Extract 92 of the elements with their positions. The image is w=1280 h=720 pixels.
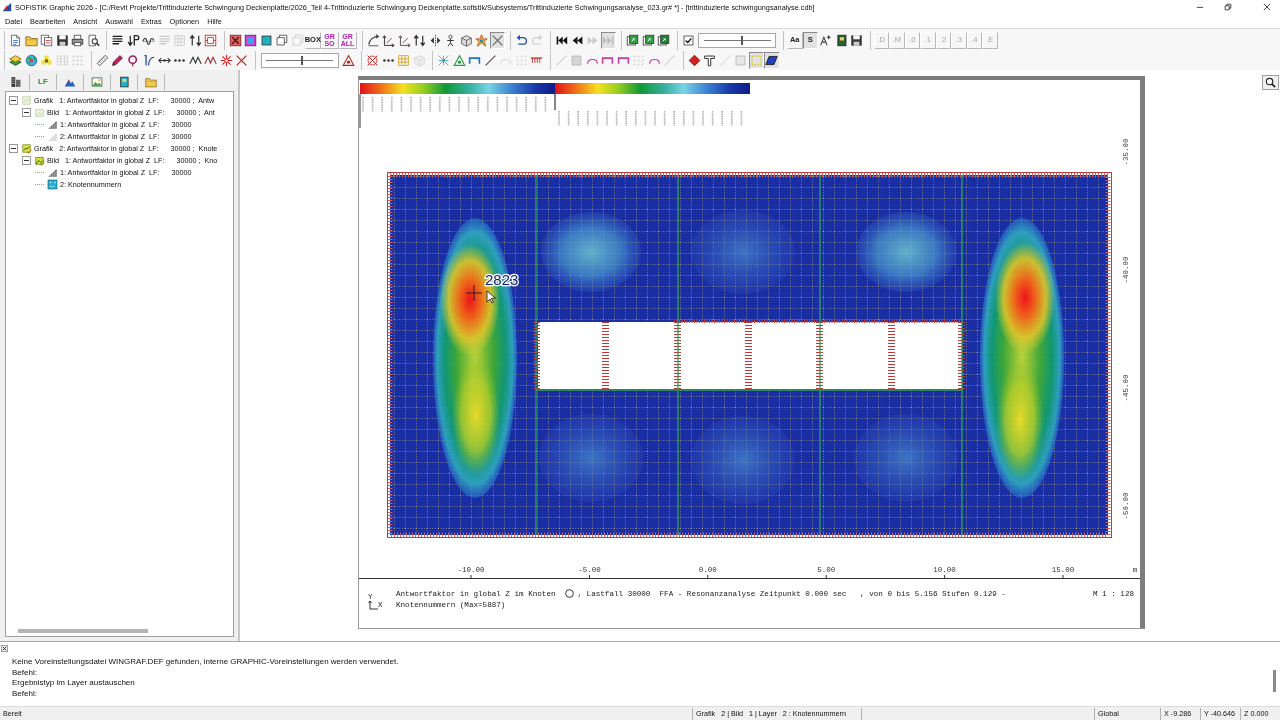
triangle-icon — [452, 53, 466, 67]
cross-icon — [490, 33, 504, 47]
cross-circle-icon — [366, 53, 380, 67]
crosshair-cursor-icon — [465, 284, 483, 302]
dot-frame-icon — [749, 53, 763, 67]
cube-icon — [459, 33, 473, 47]
slider-track[interactable] — [698, 32, 776, 48]
arrow-letter-icon — [126, 33, 140, 47]
line-curve-icon — [142, 53, 156, 67]
app-logo-icon — [2, 2, 12, 12]
scrollbar-thumb[interactable] — [1272, 670, 1276, 692]
parallelogram-icon — [765, 53, 779, 67]
text-lines-icon — [157, 33, 171, 47]
checkbox-icon — [681, 33, 695, 47]
toolbar-button[interactable] — [764, 51, 780, 69]
blocks-icon — [10, 75, 22, 88]
book-icon — [118, 75, 130, 88]
console-line: Ergebnistyp im Layer austauschen — [12, 678, 136, 690]
console-line: Befehl: — [12, 667, 38, 679]
magnifier-icon — [1264, 77, 1276, 88]
slider-thumb[interactable] — [740, 35, 743, 45]
triangle-icon — [341, 53, 355, 67]
diagonal-line-icon — [554, 53, 568, 67]
dot-grid-icon — [514, 53, 528, 67]
undo-icon — [515, 33, 529, 47]
nested-squares-icon — [244, 33, 258, 47]
globe-icon — [24, 53, 38, 67]
table-icon — [55, 53, 69, 67]
folder-icon — [145, 75, 157, 88]
skip-first-icon — [555, 33, 569, 47]
dot-grid-icon — [632, 53, 646, 67]
printer-icon — [71, 33, 85, 47]
collapse-icon[interactable] — [9, 143, 18, 153]
redo-icon — [530, 33, 544, 47]
cube-icon — [412, 53, 426, 67]
axis-arrows-icon — [368, 601, 378, 611]
collapse-icon[interactable] — [22, 107, 31, 117]
page-magnifier-icon — [86, 33, 100, 47]
document-icon — [9, 33, 23, 47]
frame-icon — [275, 33, 289, 47]
slider-track[interactable] — [260, 52, 339, 68]
skip-last-icon — [601, 33, 615, 47]
pin-icon — [126, 53, 140, 67]
mouse-pointer-icon — [486, 290, 496, 304]
network-icon — [437, 53, 451, 67]
diamond-icon — [687, 53, 701, 67]
diagonal-line-icon — [663, 53, 677, 67]
letter-sparkle-icon — [819, 33, 833, 47]
collapse-icon[interactable] — [9, 95, 18, 105]
t-shape-icon — [703, 53, 717, 67]
diagonal-line-icon — [483, 53, 497, 67]
slider-thumb[interactable] — [300, 55, 303, 65]
toolbar-button[interactable] — [365, 31, 381, 49]
square-icon — [734, 53, 748, 67]
dot-grid-icon — [71, 53, 85, 67]
picture-icon — [91, 75, 103, 88]
circle-icon — [564, 589, 574, 598]
mirror-icon — [428, 33, 442, 47]
folder-icon — [24, 33, 38, 47]
grid-icon — [397, 53, 411, 67]
rewind-icon — [570, 33, 584, 47]
frames-icon — [204, 33, 218, 47]
documents-icon — [40, 33, 54, 47]
axis-icon — [397, 33, 411, 47]
node-number-label: 2823 — [485, 271, 519, 288]
pencil-icon — [111, 53, 125, 67]
restore-icon — [1224, 3, 1232, 11]
grid-icon — [173, 33, 187, 47]
toolbar-button[interactable] — [340, 51, 356, 69]
collapse-icon[interactable] — [22, 155, 31, 165]
arrows-icon — [188, 33, 202, 47]
arrows-icon — [413, 33, 427, 47]
flower-icon — [40, 53, 54, 67]
console-line: Keine Voreinstellungsdatei WINGRAF.DEF gefunden, interne GRAPHIC-Voreinstellungen werden verwendet. — [12, 657, 400, 668]
console-line: Befehl: — [12, 689, 38, 700]
square-icon — [570, 53, 584, 67]
close-icon[interactable] — [1, 645, 8, 652]
burst-icon — [219, 53, 233, 67]
curve-arrow-icon — [366, 33, 380, 47]
zoom-button[interactable] — [1261, 75, 1279, 90]
axis-icon — [382, 33, 396, 47]
cross-icon — [235, 53, 249, 67]
cross-square-icon — [228, 33, 242, 47]
star-icon — [475, 33, 489, 47]
ruler-icon — [95, 53, 109, 67]
layers-icon — [9, 53, 23, 67]
frame-icon — [290, 33, 304, 47]
book-icon — [834, 33, 848, 47]
square-icon — [259, 33, 273, 47]
text-lines-icon — [111, 33, 125, 47]
scrollbar-thumb[interactable] — [18, 629, 148, 633]
close-icon — [1263, 3, 1271, 11]
